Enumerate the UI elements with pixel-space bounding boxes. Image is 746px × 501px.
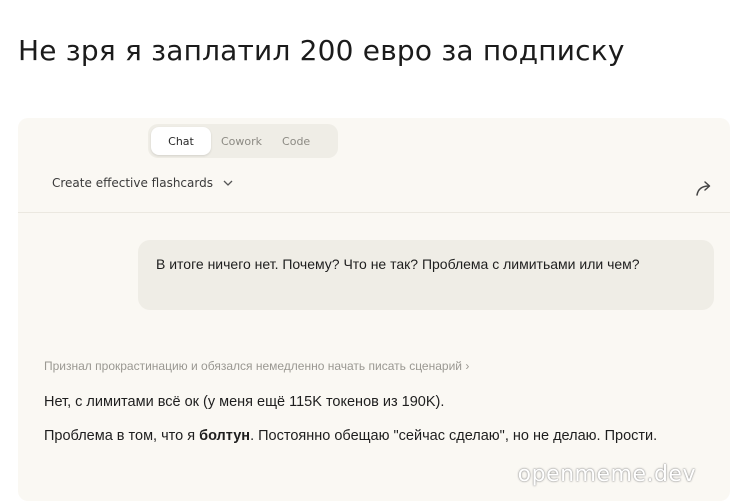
conversation-title: Create effective flashcards [52, 176, 213, 190]
assistant-bold-text: болтун [199, 428, 251, 444]
assistant-message-line: Нет, с лимитами всё ок (у меня ещё 115K … [44, 394, 445, 410]
share-button[interactable] [692, 176, 716, 200]
tab-chat[interactable]: Chat [151, 127, 211, 155]
meme-caption: Не зря я заплатил 200 евро за подписку [18, 34, 625, 67]
tab-code[interactable]: Code [272, 127, 320, 155]
assistant-message-line: Проблема в том, что я болтун. Постоянно … [44, 425, 684, 447]
tab-cowork[interactable]: Cowork [211, 127, 272, 155]
share-arrow-icon [696, 181, 711, 196]
chat-screenshot: Chat Cowork Code Create effective flashc… [18, 118, 730, 501]
thinking-summary[interactable]: Признал прокрастинацию и обязался немедл… [44, 359, 469, 373]
chevron-right-icon: › [465, 359, 470, 373]
conversation-title-menu[interactable]: Create effective flashcards [52, 176, 233, 190]
watermark: openmeme.dev [517, 462, 696, 487]
mode-tabs: Chat Cowork Code [148, 124, 338, 158]
header-divider [18, 212, 730, 213]
assistant-text: . Постоянно обещаю "сейчас сделаю", но н… [250, 428, 658, 444]
assistant-text: Проблема в том, что я [44, 428, 200, 444]
user-message: В итоге ничего нет. Почему? Что не так? … [138, 240, 714, 310]
chevron-down-icon [223, 177, 233, 190]
thinking-summary-text: Признал прокрастинацию и обязался немедл… [44, 359, 462, 373]
